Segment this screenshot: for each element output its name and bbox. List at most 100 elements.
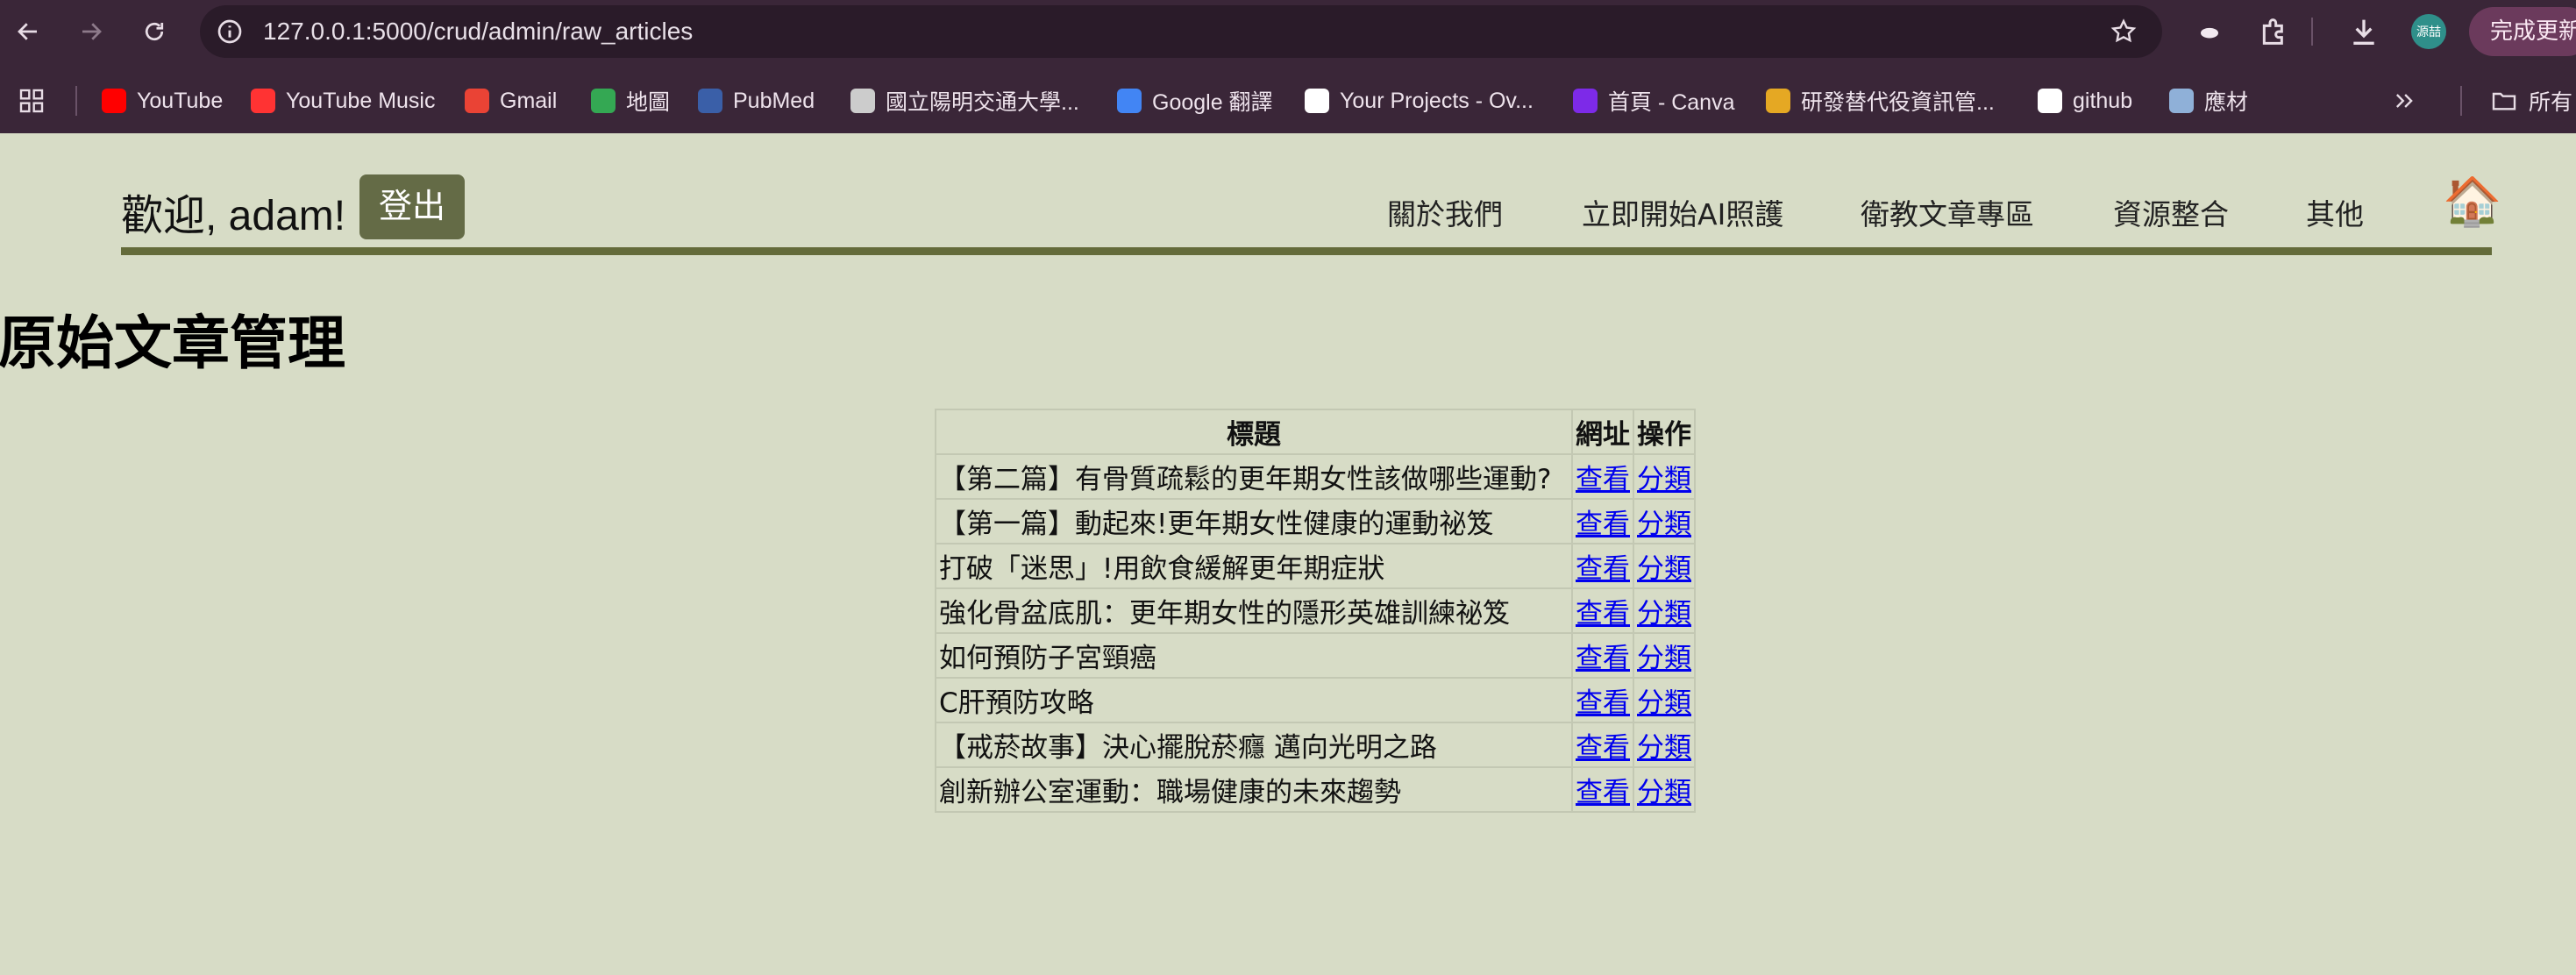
column-header-title: 標題 [935, 409, 1573, 455]
logout-button[interactable]: 登出 [359, 174, 466, 239]
actions-cell: 分類 [1633, 722, 1696, 768]
bookmark-item[interactable]: 研發替代役資訊管... [1766, 72, 1995, 130]
bookmark-label: 應材 [2204, 90, 2249, 115]
actions-cell: 分類 [1633, 677, 1696, 723]
view-link[interactable]: 查看 [1576, 732, 1630, 764]
table-row: 【戒菸故事】決心擺脫菸癮 邁向光明之路 查看 分類 [935, 722, 1696, 768]
all-bookmarks-folder[interactable]: 所有 [2490, 72, 2572, 130]
browser-chrome: 127.0.0.1:5000/crud/admin/raw_articles 源… [0, 0, 2576, 133]
view-link[interactable]: 查看 [1576, 687, 1630, 719]
nav-health-articles[interactable]: 衛教文章專區 [1861, 191, 2034, 233]
page-title: 原始文章管理 [0, 310, 345, 377]
maps-icon [591, 89, 616, 113]
profile-avatar[interactable]: 源喆 [2411, 14, 2446, 49]
actions-cell: 分類 [1633, 453, 1696, 500]
more-bookmarks-icon[interactable] [2392, 72, 2416, 130]
article-title-cell: 【第二篇】有骨質疏鬆的更年期女性該做哪些運動? [935, 453, 1573, 500]
table-row: 創新辦公室運動：職場健康的未來趨勢 查看 分類 [935, 766, 1696, 813]
view-link[interactable]: 查看 [1576, 509, 1630, 540]
rdss-icon [1766, 89, 1790, 113]
article-title-cell: 強化骨盆底肌：更年期女性的隱形英雄訓練祕笈 [935, 587, 1573, 634]
youtube-music-icon [251, 89, 275, 113]
view-link[interactable]: 查看 [1576, 643, 1630, 674]
url-cell: 查看 [1571, 766, 1634, 813]
folder-icon [2492, 92, 2516, 110]
bookmark-item[interactable]: 應材 [2169, 72, 2248, 130]
bookmark-item[interactable]: YouTube [102, 72, 223, 130]
nav-start-ai-care[interactable]: 立即開始AI照護 [1582, 191, 1783, 233]
bookmarks-divider [75, 86, 77, 116]
classify-link[interactable]: 分類 [1637, 509, 1691, 540]
bookmark-label: Your Projects - Ov... [1340, 88, 1534, 113]
table-row: 【第一篇】動起來!更年期女性健康的運動祕笈 查看 分類 [935, 498, 1696, 544]
canva-icon [1573, 89, 1598, 113]
classify-link[interactable]: 分類 [1637, 777, 1691, 808]
site-header: 歡迎, adam! 登出 關於我們 立即開始AI照護 衛教文章專區 資源整合 其… [121, 172, 2501, 253]
reload-button[interactable] [135, 12, 174, 51]
bookmark-item[interactable]: 首頁 - Canva [1573, 72, 1734, 130]
table-row: 打破「迷思」!用飲食緩解更年期症狀 查看 分類 [935, 543, 1696, 589]
view-link[interactable]: 查看 [1576, 777, 1630, 808]
back-arrow-icon [18, 23, 37, 40]
view-link[interactable]: 查看 [1576, 598, 1630, 630]
bookmark-item[interactable]: 國立陽明交通大學... [850, 72, 1079, 130]
nav-other[interactable]: 其他 [2306, 191, 2364, 233]
classify-link[interactable]: 分類 [1637, 732, 1691, 764]
bookmark-item[interactable]: Your Projects - Ov... [1305, 72, 1534, 130]
view-link[interactable]: 查看 [1576, 553, 1630, 585]
bookmark-item[interactable]: github [2038, 72, 2132, 130]
address-bar[interactable]: 127.0.0.1:5000/crud/admin/raw_articles [200, 5, 2162, 58]
classify-link[interactable]: 分類 [1637, 598, 1691, 630]
bookmark-label: PubMed [733, 88, 815, 113]
classify-link[interactable]: 分類 [1637, 687, 1691, 719]
classify-link[interactable]: 分類 [1637, 643, 1691, 674]
site-info-icon[interactable] [216, 18, 244, 49]
gmail-icon [465, 89, 489, 113]
finish-update-button[interactable]: 完成更新 [2469, 7, 2576, 56]
bookmark-label: 首頁 - Canva [1608, 90, 1735, 115]
nav-about-us[interactable]: 關於我們 [1387, 191, 1503, 233]
bookmark-label: Gmail [500, 88, 558, 113]
browser-toolbar: 127.0.0.1:5000/crud/admin/raw_articles 源… [0, 0, 2576, 63]
column-header-url: 網址 [1571, 409, 1634, 455]
forward-arrow-icon [82, 23, 102, 40]
nav-resources[interactable]: 資源整合 [2113, 191, 2229, 233]
url-cell: 查看 [1571, 498, 1634, 544]
apps-grid-icon[interactable] [18, 72, 46, 130]
bookmark-item[interactable]: Google 翻譯 [1117, 72, 1273, 130]
url-text[interactable]: 127.0.0.1:5000/crud/admin/raw_articles [263, 5, 693, 58]
pubmed-icon [698, 89, 722, 113]
article-title-cell: 如何預防子宮頸癌 [935, 632, 1573, 679]
actions-cell: 分類 [1633, 632, 1696, 679]
back-button[interactable] [9, 12, 47, 51]
view-link[interactable]: 查看 [1576, 464, 1630, 495]
extensions-icon[interactable] [2257, 14, 2292, 53]
reload-icon [145, 22, 164, 41]
github-icon [2038, 89, 2062, 113]
bookmark-item[interactable]: Gmail [465, 72, 557, 130]
bookmark-label: 研發替代役資訊管... [1801, 90, 1995, 115]
home-icon[interactable]: 🏠 [2443, 174, 2501, 230]
bookmark-label: YouTube Music [286, 88, 436, 113]
youtube-icon [102, 89, 126, 113]
toolbar-divider [2311, 18, 2313, 46]
url-cell: 查看 [1571, 453, 1634, 500]
actions-cell: 分類 [1633, 766, 1696, 813]
bookmark-item[interactable]: YouTube Music [251, 72, 435, 130]
download-icon[interactable] [2346, 14, 2381, 53]
classify-link[interactable]: 分類 [1637, 553, 1691, 585]
bookmark-star-icon[interactable] [2110, 18, 2138, 49]
url-cell: 查看 [1571, 722, 1634, 768]
url-cell: 查看 [1571, 543, 1634, 589]
bookmark-item[interactable]: PubMed [698, 72, 815, 130]
article-title-cell: 創新辦公室運動：職場健康的未來趨勢 [935, 766, 1573, 813]
bookmark-item[interactable]: 地圖 [591, 72, 670, 130]
welcome-text: 歡迎, adam! [121, 193, 346, 239]
table-row: 【第二篇】有骨質疏鬆的更年期女性該做哪些運動? 查看 分類 [935, 453, 1696, 500]
classify-link[interactable]: 分類 [1637, 464, 1691, 495]
all-bookmarks-label: 所有 [2529, 90, 2573, 115]
article-title-cell: 打破「迷思」!用飲食緩解更年期症狀 [935, 543, 1573, 589]
extension-puzzle-pill-icon[interactable] [2192, 14, 2227, 53]
bookmark-label: 地圖 [626, 90, 671, 115]
forward-button[interactable] [72, 12, 110, 51]
